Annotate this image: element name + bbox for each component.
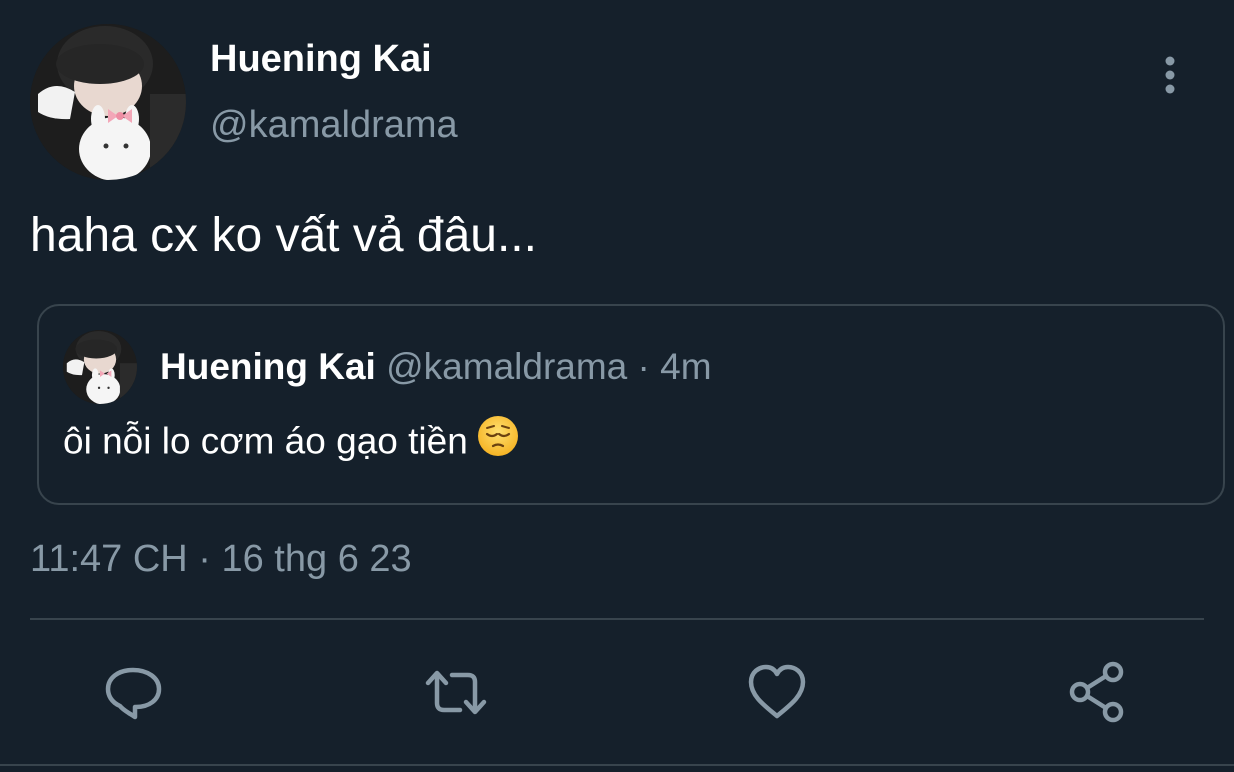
quoted-author-handle: @kamaldrama	[386, 346, 628, 387]
more-vertical-icon	[1165, 56, 1175, 94]
author-handle[interactable]: @kamaldrama	[210, 104, 458, 147]
pensive-face-emoji	[476, 414, 520, 467]
more-options-button[interactable]	[1150, 50, 1190, 100]
quoted-tweet-age: 4m	[660, 346, 712, 387]
retweet-icon	[425, 670, 487, 715]
tweet-detail-page: Huening Kai @kamaldrama haha cx ko vất v…	[0, 0, 1234, 772]
share-icon	[1069, 661, 1124, 723]
actions-divider	[30, 618, 1204, 620]
like-button[interactable]	[745, 660, 809, 724]
share-button[interactable]	[1066, 660, 1130, 724]
quoted-meta-separator: ·	[637, 346, 650, 387]
quoted-tweet-body: ôi nỗi lo cơm áo gạo tiền	[63, 416, 520, 467]
quoted-tweet-text: ôi nỗi lo cơm áo gạo tiền	[63, 420, 468, 462]
tweet-text: haha cx ko vất vả đâu...	[30, 209, 537, 262]
author-avatar[interactable]	[30, 24, 186, 180]
reply-button[interactable]	[102, 660, 166, 724]
quoted-tweet-card[interactable]: Huening Kai @kamaldrama · 4m ôi nỗi lo c…	[37, 304, 1225, 505]
tweet-timestamp[interactable]: 11:47 CH · 16 thg 6 23	[30, 538, 412, 581]
bottom-divider	[0, 764, 1234, 766]
retweet-button[interactable]	[424, 660, 488, 724]
quoted-author-avatar	[63, 330, 137, 404]
author-display-name[interactable]: Huening Kai	[210, 38, 432, 81]
reply-icon	[105, 667, 162, 720]
heart-icon	[748, 664, 806, 719]
quoted-tweet-header: Huening Kai @kamaldrama · 4m	[160, 346, 712, 388]
quoted-author-display-name: Huening Kai	[160, 346, 376, 387]
